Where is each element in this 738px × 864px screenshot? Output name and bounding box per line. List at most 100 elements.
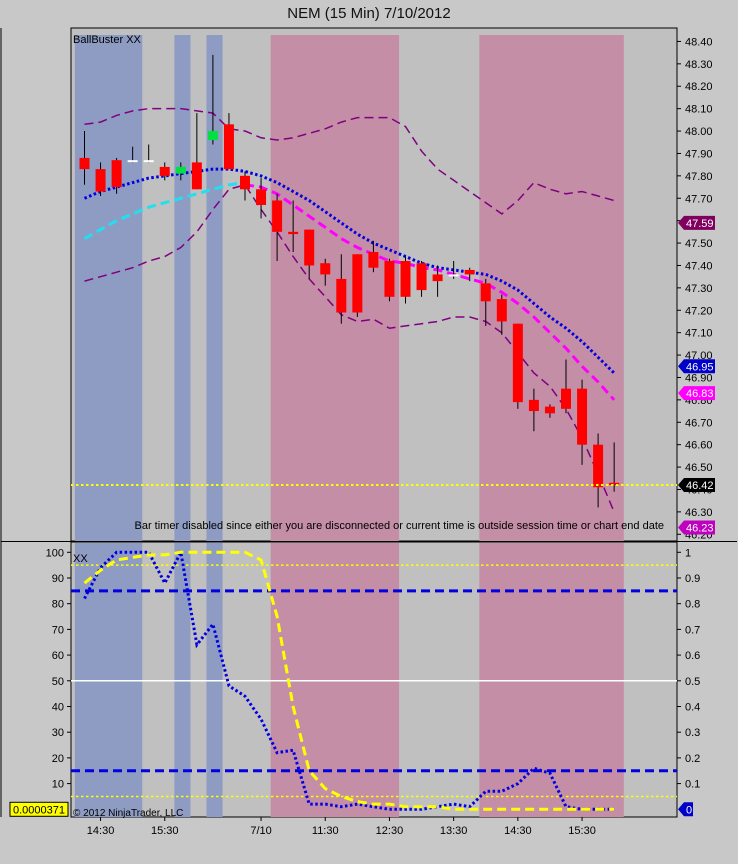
left-tick-label: 10: [52, 779, 64, 791]
session-shade-top-1: [174, 35, 191, 541]
price-tick-label: 48.00: [685, 126, 713, 138]
x-tick-label: 12:30: [376, 825, 404, 837]
right-tick-label: 0.4: [685, 701, 700, 713]
left-tick-label: 50: [52, 676, 64, 688]
left-tick-label: 90: [52, 573, 64, 585]
candle-body: [320, 263, 331, 275]
candle-body: [223, 124, 234, 170]
price-tick-label: 47.10: [685, 328, 713, 340]
session-shade-bottom-1: [174, 543, 191, 817]
price-tick-label: 47.70: [685, 193, 713, 205]
price-badge-label: 46.42: [686, 480, 714, 492]
candle-body: [256, 189, 267, 205]
candle-body: [368, 252, 379, 268]
right-tick-label: 0.5: [685, 676, 700, 688]
candle-body: [336, 278, 347, 313]
x-tick-label: 14:30: [87, 825, 115, 837]
left-tick-label: 40: [52, 701, 64, 713]
x-tick-label: 15:30: [568, 825, 596, 837]
candle-body: [79, 157, 90, 170]
price-panel-label: BallBuster XX: [73, 34, 142, 46]
candle-body: [272, 200, 283, 232]
price-tick-label: 48.40: [685, 36, 713, 48]
candle-body: [207, 131, 218, 141]
candle-body: [464, 269, 475, 275]
candle-body: [384, 260, 395, 297]
price-badge-label: 46.23: [686, 523, 714, 535]
candle-body: [95, 169, 106, 192]
left-tick-label: 100: [46, 547, 64, 559]
x-tick-label: 14:30: [504, 825, 532, 837]
left-tick-label: 30: [52, 727, 64, 739]
price-tick-label: 47.20: [685, 305, 713, 317]
left-value-badge-label: 0.0000371: [13, 804, 65, 816]
right-tick-label: 1: [685, 547, 691, 559]
price-tick-label: 48.20: [685, 81, 713, 93]
candle-body: [528, 399, 539, 412]
price-tick-label: 46.90: [685, 372, 713, 384]
x-tick-label: 15:30: [151, 825, 179, 837]
right-tick-label: 0.3: [685, 727, 700, 739]
right-tick-label: 0.1: [685, 779, 700, 791]
price-tick-label: 47.30: [685, 283, 713, 295]
right-tick-label: 0.8: [685, 599, 700, 611]
price-badge-label: 46.83: [686, 388, 714, 400]
price-badge-label: 46.95: [686, 361, 714, 373]
candle-body: [159, 166, 170, 176]
session-shade-bottom-4: [479, 543, 624, 817]
candle-body: [577, 388, 588, 445]
price-tick-label: 47.50: [685, 238, 713, 250]
candle-body: [240, 175, 250, 190]
x-tick-label: 13:30: [440, 825, 468, 837]
right-tick-label: 0.6: [685, 650, 700, 662]
price-tick-label: 47.40: [685, 260, 713, 272]
candle-body: [400, 260, 411, 297]
x-tick-label: 7/10: [250, 825, 271, 837]
candle-body: [304, 229, 315, 266]
copyright-text: © 2012 NinjaTrader, LLC: [73, 808, 183, 819]
candle-body: [352, 254, 363, 313]
candle: [400, 256, 411, 304]
chart-svg: 48.40 48.30 48.20 48.10 48.00 47.90 47.80 47.70…: [0, 27, 737, 837]
bar-timer-annotation: Bar timer disabled since either you are …: [135, 520, 665, 532]
candle-body: [496, 299, 507, 322]
right-value-badge-label: 0: [686, 804, 692, 816]
candle-body: [175, 166, 186, 174]
price-tick-label: 48.10: [685, 104, 713, 116]
session-shade-bottom-2: [206, 543, 223, 817]
candle: [384, 258, 395, 302]
right-tick-label: 0.9: [685, 573, 700, 585]
price-tick-label: 46.70: [685, 417, 713, 429]
left-tick-label: 60: [52, 650, 64, 662]
price-badge-label: 47.59: [686, 218, 714, 230]
candle-body: [432, 274, 443, 282]
right-tick-label: 0.7: [685, 624, 700, 636]
candle-body: [512, 323, 523, 403]
candle: [512, 323, 523, 409]
price-tick-label: 48.30: [685, 59, 713, 71]
session-shade-bottom-0: [74, 543, 143, 817]
candle-body: [191, 162, 202, 190]
candle-body: [127, 160, 138, 163]
session-shade-bottom-3: [270, 543, 400, 817]
candle-body: [544, 406, 555, 414]
price-tick-label: 46.60: [685, 440, 713, 452]
candle-body: [143, 160, 154, 163]
left-tick-label: 80: [52, 599, 64, 611]
candle-body: [480, 283, 491, 302]
session-shade-top-3: [270, 35, 400, 541]
indicator-panel[interactable]: 100 90 80 70 60 50 40 30 20 10 1 0.9 0.8 0.7 0.6 0.5 0.4…: [9, 541, 700, 837]
indicator-panel-label: XX: [73, 553, 88, 565]
candle: [352, 254, 363, 317]
left-tick-label: 70: [52, 624, 64, 636]
price-tick-label: 47.90: [685, 148, 713, 160]
candle-body: [561, 388, 571, 409]
right-tick-label: 0.2: [685, 753, 700, 765]
left-tick-label: 20: [52, 753, 64, 765]
x-tick-label: 11:30: [312, 825, 339, 837]
price-tick-label: 46.30: [685, 507, 713, 519]
price-tick-label: 47.80: [685, 171, 713, 183]
candle-body: [448, 274, 459, 277]
candle-body: [111, 160, 122, 188]
price-tick-label: 46.50: [685, 462, 713, 474]
